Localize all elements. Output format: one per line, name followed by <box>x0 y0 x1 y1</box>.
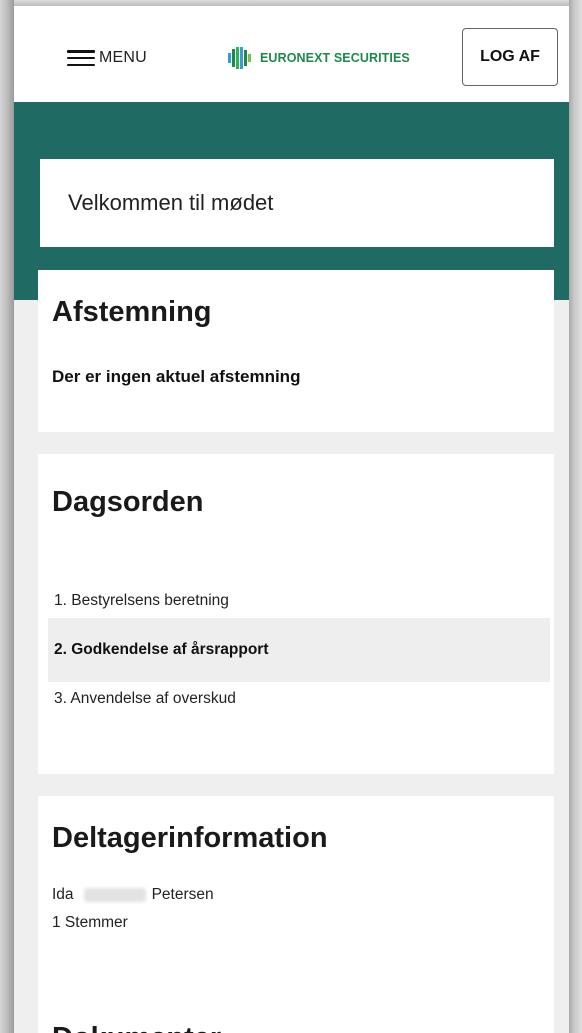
voting-status-message: Der er ingen aktuel afstemning <box>52 367 301 386</box>
frame-edge <box>0 0 14 1033</box>
euronext-logo[interactable]: EURONEXT SECURITIES <box>226 44 410 72</box>
logout-button[interactable]: LOG AF <box>462 28 558 86</box>
hamburger-icon <box>67 50 95 66</box>
agenda-title: Dagsorden <box>52 486 204 518</box>
welcome-card: Velkommen til mødet <box>40 159 554 247</box>
welcome-text: Velkommen til mødet <box>68 190 274 215</box>
documents-title: Dokumenter <box>52 1022 221 1033</box>
voting-title: Afstemning <box>52 296 212 328</box>
top-navigation-bar: MENU EURONEXT SECURITIES LOG AF <box>14 6 569 102</box>
agenda-item-active[interactable]: 2. Godkendelse af årsrapport <box>48 618 550 682</box>
frame-edge <box>569 0 582 1033</box>
redacted-name-segment <box>83 888 146 902</box>
agenda-item[interactable]: 3. Anvendelse af overskud <box>48 682 550 716</box>
participant-name: Ida Petersen <box>52 886 214 904</box>
menu-label: MENU <box>99 49 147 66</box>
agenda-item[interactable]: 1. Bestyrelsens beretning <box>48 584 550 618</box>
menu-button[interactable]: MENU <box>67 47 147 69</box>
agenda-card: Dagsorden 1. Bestyrelsens beretning 2. G… <box>38 454 554 774</box>
device-frame: MENU EURONEXT SECURITIES LOG AF Velkomme… <box>0 0 582 1033</box>
euronext-leaf-icon <box>228 47 251 69</box>
participant-title: Deltagerinformation <box>52 822 328 854</box>
app-screen: MENU EURONEXT SECURITIES LOG AF Velkomme… <box>14 6 569 1033</box>
voting-card: Afstemning Der er ingen aktuel afstemnin… <box>38 270 554 432</box>
participant-last-name: Petersen <box>151 886 214 903</box>
participant-first-name: Ida <box>52 886 74 903</box>
logo-text: EURONEXT SECURITIES <box>260 51 410 65</box>
participant-card: Deltagerinformation Ida Petersen 1 Stemm… <box>38 796 554 1033</box>
agenda-list: 1. Bestyrelsens beretning 2. Godkendelse… <box>38 584 554 730</box>
participant-votes: 1 Stemmer <box>52 914 128 931</box>
